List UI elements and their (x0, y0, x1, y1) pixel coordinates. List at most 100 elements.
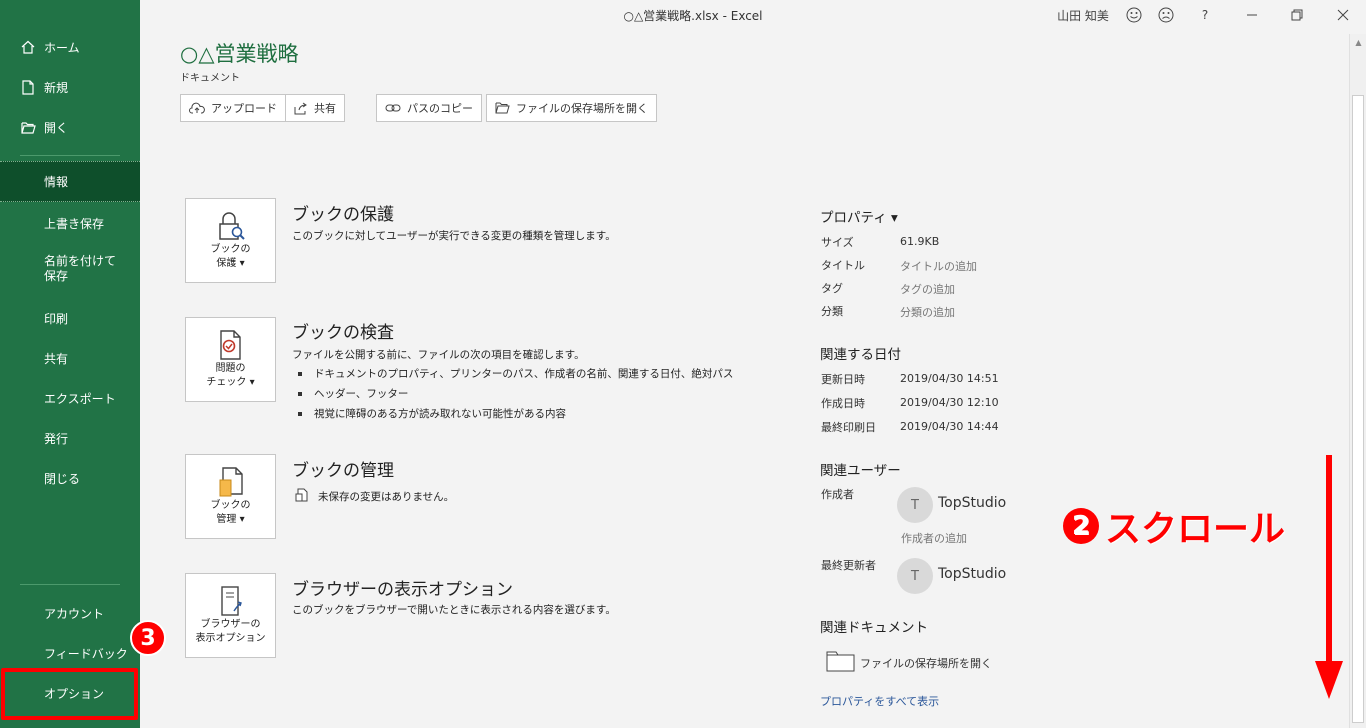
nav-save-label: 上書き保存 (44, 216, 105, 231)
share-button[interactable]: 共有 (285, 94, 345, 122)
nav-share-label: 共有 (44, 351, 69, 366)
folder-icon (826, 649, 856, 677)
options-highlight-box (1, 668, 138, 720)
scroll-down-arrow-icon (1315, 455, 1343, 699)
lock-search-icon (216, 209, 246, 243)
related-users-heading: 関連ユーザー (820, 463, 901, 479)
step-three-badge: 3 (130, 620, 166, 656)
nav-info[interactable]: 情報 (0, 161, 140, 202)
inspect-bullet: ヘッダー、フッター (298, 386, 408, 401)
manage-workbook-icon (218, 465, 244, 499)
property-size-key: サイズ (821, 236, 854, 249)
nav-account-label: アカウント (44, 606, 105, 621)
nav-home[interactable]: ホーム (0, 36, 140, 58)
check-issues-button[interactable]: 問題の チェック ▾ (185, 317, 276, 402)
add-author-link[interactable]: 作成者の追加 (901, 530, 967, 546)
sidebar-divider (20, 155, 120, 156)
property-size-value: 61.9KB (900, 235, 940, 248)
browser-view-icon (218, 584, 244, 618)
backstage-sidebar: ホーム 新規 開く 情報 上書き保存 名前を付けて保存 印刷 共有 エクスポート… (0, 0, 140, 728)
document-location: ドキュメント (180, 73, 240, 84)
nav-home-label: ホーム (44, 40, 80, 55)
show-all-properties-link[interactable]: プロパティをすべて表示 (820, 693, 939, 709)
properties-heading[interactable]: プロパティ ▾ (820, 206, 898, 226)
inspect-description: ファイルを公開する前に、ファイルの次の項目を確認します。 (292, 349, 585, 361)
author-name[interactable]: TopStudio (938, 495, 1006, 511)
copy-path-button[interactable]: パスのコピー (376, 94, 482, 122)
scroll-thumb[interactable] (1352, 95, 1364, 723)
manage-description: 未保存の変更はありません。 (318, 491, 455, 503)
author-avatar: T (897, 487, 933, 523)
user-name[interactable]: 山田 知美 (1052, 4, 1114, 26)
scroll-annotation-text: スクロール (1105, 509, 1286, 550)
nav-publish-label: 発行 (44, 431, 69, 446)
link-icon (385, 103, 401, 113)
printed-date-value: 2019/04/30 14:44 (900, 420, 999, 433)
document-title: ○△営業戦略 (180, 42, 299, 66)
protect-title: ブックの保護 (292, 205, 394, 225)
property-tags-key: タグ (821, 282, 843, 295)
nav-save-as-label: 名前を付けて保存 (44, 254, 117, 283)
sidebar-divider (20, 584, 120, 585)
browser-description: このブックをブラウザーで開いたときに表示される内容を選びます。 (292, 604, 616, 616)
property-title-value[interactable]: タイトルの追加 (900, 258, 977, 274)
share-button-label: 共有 (314, 102, 336, 115)
scroll-annotation: 2 スクロール (1063, 500, 1285, 552)
upload-button-label: アップロード (211, 102, 277, 115)
property-category-key: 分類 (821, 305, 843, 318)
new-document-icon (20, 79, 36, 95)
inspect-title: ブックの検査 (292, 323, 394, 343)
scroll-up-arrow-icon[interactable]: ▲ (1350, 34, 1366, 51)
printed-date-key: 最終印刷日 (821, 421, 876, 434)
modified-date-key: 更新日時 (821, 373, 865, 386)
nav-publish[interactable]: 発行 (0, 427, 140, 449)
upload-cloud-icon (189, 102, 205, 114)
close-icon[interactable] (1331, 4, 1355, 26)
vertical-scrollbar[interactable]: ▲ (1349, 34, 1366, 728)
modified-date-value: 2019/04/30 14:51 (900, 372, 999, 385)
nav-close-label: 閉じる (44, 471, 81, 486)
open-file-location-link[interactable]: ファイルの保存場所を開く (860, 655, 992, 671)
nav-export[interactable]: エクスポート (0, 387, 140, 409)
protect-workbook-button[interactable]: ブックの 保護 ▾ (185, 198, 276, 283)
nav-export-label: エクスポート (44, 391, 116, 406)
nav-info-label: 情報 (44, 175, 69, 189)
manage-workbook-button[interactable]: ブックの 管理 ▾ (185, 454, 276, 539)
copy-path-label: パスのコピー (407, 102, 473, 115)
created-date-key: 作成日時 (821, 397, 865, 410)
unsaved-changes-icon (295, 487, 309, 506)
browser-view-options-button[interactable]: ブラウザーの 表示オプション (185, 573, 276, 658)
author-key: 作成者 (821, 488, 854, 501)
nav-feedback[interactable]: フィードバック (0, 642, 140, 664)
smile-icon[interactable] (1122, 4, 1146, 26)
open-location-button[interactable]: ファイルの保存場所を開く (486, 94, 657, 122)
help-button[interactable]: ? (1194, 4, 1216, 26)
modifier-name[interactable]: TopStudio (938, 566, 1006, 582)
property-tags-value[interactable]: タグの追加 (900, 281, 955, 297)
nav-open[interactable]: 開く (0, 116, 140, 138)
nav-close[interactable]: 閉じる (0, 467, 140, 489)
last-modified-by-key: 最終更新者 (821, 559, 876, 572)
nav-new-label: 新規 (44, 80, 69, 95)
nav-print[interactable]: 印刷 (0, 307, 140, 329)
open-location-label: ファイルの保存場所を開く (516, 102, 648, 115)
nav-save-as[interactable]: 名前を付けて保存 (0, 252, 140, 286)
property-category-value[interactable]: 分類の追加 (900, 304, 955, 320)
browser-view-options-label: ブラウザーの 表示オプション (195, 619, 266, 644)
nav-share[interactable]: 共有 (0, 347, 140, 369)
nav-new[interactable]: 新規 (0, 76, 140, 98)
upload-button[interactable]: アップロード (180, 94, 286, 122)
scroll-step-number: 2 (1063, 508, 1099, 544)
manage-workbook-label: ブックの 管理 ▾ (210, 500, 251, 525)
inspect-document-icon (218, 328, 244, 362)
minimize-icon[interactable] (1240, 4, 1264, 26)
frown-icon[interactable] (1154, 4, 1178, 26)
nav-account[interactable]: アカウント (0, 602, 140, 624)
related-dates-heading: 関連する日付 (820, 347, 901, 363)
check-issues-label: 問題の チェック ▾ (206, 363, 255, 388)
protect-workbook-label: ブックの 保護 ▾ (210, 244, 251, 269)
property-title-key: タイトル (821, 259, 865, 272)
restore-icon[interactable] (1285, 4, 1309, 26)
browser-title: ブラウザーの表示オプション (292, 580, 513, 600)
nav-save[interactable]: 上書き保存 (0, 212, 140, 234)
